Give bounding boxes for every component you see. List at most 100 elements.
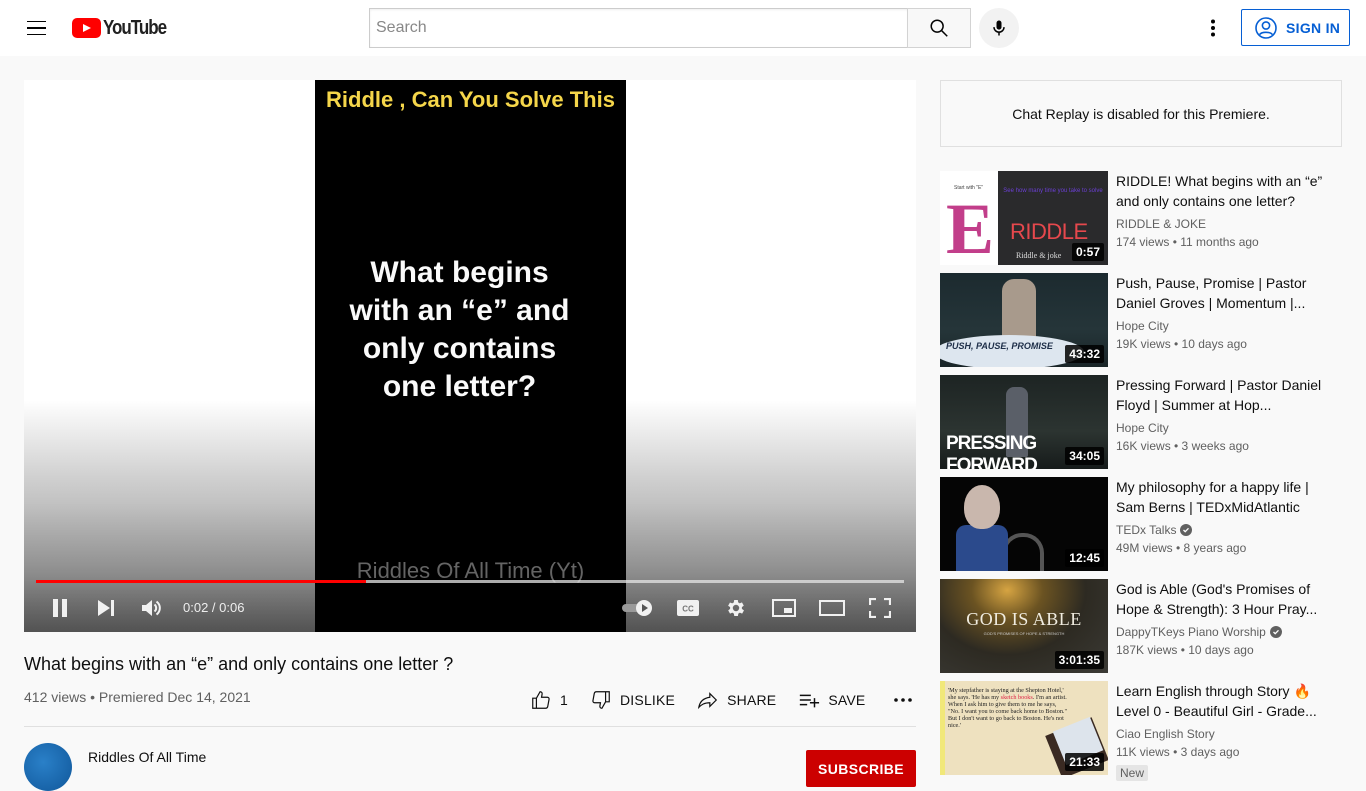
subscribe-button[interactable]: SUBSCRIBE [806,750,916,787]
channel-label: TEDx Talks [1116,523,1177,537]
share-icon [698,692,718,710]
video-thumbnail[interactable]: PRESSING FORWARD 34:05 [940,375,1108,469]
recommendation-item[interactable]: Start with "E" E See how many time you t… [940,171,1342,265]
video-player[interactable]: Riddle , Can You Solve This What begins … [24,80,916,632]
thumbnail-subtext: GOD'S PROMISES OF HOPE & STRENGTH [983,631,1065,636]
recommendation-item[interactable]: GOD IS ABLE GOD'S PROMISES OF HOPE & STR… [940,579,1342,673]
verified-badge-icon [1180,524,1193,536]
thumbnail-story-text: 'My stepfather is staying at the Shepton… [948,687,1067,729]
recommendation-meta: 174 views • 11 months ago [1116,235,1259,249]
recommendation-item[interactable]: 12:45 My philosophy for a happy life | S… [940,477,1342,571]
search-icon [930,19,948,37]
recommendation-meta: 49M views • 8 years ago [1116,541,1247,555]
more-vertical-icon [1211,19,1215,37]
thumbnail-overlay-text: PUSH, PAUSE, PROMISE [946,341,1053,351]
pause-button[interactable] [44,592,76,624]
thumbnail-overlay-text: GOD IS ABLE [966,609,1082,629]
search-button[interactable] [907,8,971,48]
thumbnail-word: RIDDLE [1010,219,1088,244]
search-input[interactable] [370,9,908,47]
closed-captions-icon: CC [677,600,699,616]
recommendation-channel[interactable]: RIDDLE & JOKE [1116,217,1206,231]
video-thumbnail[interactable]: Start with "E" E See how many time you t… [940,171,1108,265]
recommendation-title[interactable]: God is Able (God's Promises of Hope & St… [1116,579,1336,619]
sign-in-label: SIGN IN [1286,19,1341,36]
duration-badge: 34:05 [1065,447,1104,465]
fullscreen-icon [869,598,891,618]
progress-bar-played [36,580,366,583]
save-label: SAVE [828,692,866,708]
guide-menu-button[interactable] [20,12,52,44]
recommendation-meta: 16K views • 3 weeks ago [1116,439,1249,453]
recommendation-title[interactable]: Pressing Forward | Pastor Daniel Floyd |… [1116,375,1336,415]
recommendation-title[interactable]: My philosophy for a happy life | Sam Ber… [1116,477,1336,517]
duration-badge: 3:01:35 [1054,651,1104,669]
autoplay-toggle[interactable] [618,592,658,624]
like-button[interactable]: 1 [530,689,568,711]
recommendation-channel[interactable]: TEDx Talks [1116,523,1193,537]
video-thumbnail[interactable]: PUSH, PAUSE, PROMISE 43:32 [940,273,1108,367]
channel-name[interactable]: Riddles Of All Time [88,749,206,765]
video-meta: 412 views • Premiered Dec 14, 2021 [24,689,251,705]
video-frame[interactable]: Riddle , Can You Solve This What begins … [315,80,626,632]
miniplayer-button[interactable] [768,592,800,624]
dislike-label: DISLIKE [620,692,676,708]
miniplayer-icon [772,599,796,617]
video-overlay-title: Riddle , Can You Solve This [326,87,615,112]
settings-button[interactable] [720,592,752,624]
more-actions-button[interactable] [893,697,913,703]
microphone-icon [993,20,1005,36]
save-button[interactable]: SAVE [798,689,865,711]
theater-mode-button[interactable] [816,592,848,624]
next-button[interactable] [90,592,122,624]
like-count: 1 [560,692,568,708]
thumbs-down-icon [592,691,610,709]
subtitles-button[interactable]: CC [672,592,704,624]
masthead: YouTube SIGN IN [0,0,1366,56]
more-horizontal-icon [894,698,913,702]
fullscreen-button[interactable] [864,592,896,624]
youtube-play-icon [72,18,101,38]
channel-label: Ciao English Story [1116,727,1215,741]
autoplay-toggle-icon [622,600,652,616]
video-thumbnail[interactable]: GOD IS ABLE GOD'S PROMISES OF HOPE & STR… [940,579,1108,673]
voice-search-button[interactable] [979,8,1019,48]
recommendation-title[interactable]: Learn English through Story 🔥 Level 0 - … [1116,681,1336,721]
video-title: What begins with an “e” and only contain… [24,654,454,674]
recommendation-channel[interactable]: Hope City [1116,319,1169,333]
share-button[interactable]: SHARE [697,689,776,711]
recommendation-channel[interactable]: Ciao English Story [1116,727,1215,741]
video-actions: 1 DISLIKE SHARE SAVE [530,686,913,714]
theater-mode-icon [819,600,845,616]
video-thumbnail[interactable]: 'My stepfather is staying at the Shepton… [940,681,1108,775]
share-label: SHARE [727,692,777,708]
youtube-logo[interactable]: YouTube [72,17,177,39]
progress-bar[interactable] [36,580,904,583]
chat-replay-message: Chat Replay is disabled for this Premier… [1012,105,1270,122]
chat-replay-notice: Chat Replay is disabled for this Premier… [940,80,1342,147]
verified-badge-icon [1269,626,1282,638]
recommendation-title[interactable]: Push, Pause, Promise | Pastor Daniel Gro… [1116,273,1336,313]
recommendation-title[interactable]: RIDDLE! What begins with an “e” and only… [1116,171,1336,211]
recommendation-item[interactable]: PRESSING FORWARD 34:05 Pressing Forward … [940,375,1342,469]
search-box [369,8,908,48]
video-thumbnail[interactable]: 12:45 [940,477,1108,571]
recommendation-meta: 19K views • 10 days ago [1116,337,1247,351]
sign-in-button[interactable]: SIGN IN [1241,9,1350,46]
recommendation-meta: 187K views • 10 days ago [1116,643,1254,657]
channel-avatar[interactable] [24,743,72,791]
recommendation-item[interactable]: PUSH, PAUSE, PROMISE 43:32 Push, Pause, … [940,273,1342,367]
recommendation-item[interactable]: 'My stepfather is staying at the Shepton… [940,681,1342,781]
pause-icon [53,599,67,617]
dislike-button[interactable]: DISLIKE [590,689,675,711]
playlist-add-icon [800,694,820,708]
recommendation-channel[interactable]: DappyTKeys Piano Worship [1116,625,1282,639]
thumbnail-brand: Riddle & joke [1016,251,1062,260]
hamburger-icon [26,20,46,23]
duration-badge: 12:45 [1065,549,1104,567]
skip-next-icon [98,600,114,616]
channel-label: Hope City [1116,421,1169,435]
settings-more-button[interactable] [1197,12,1229,44]
mute-button[interactable] [136,592,168,624]
recommendation-channel[interactable]: Hope City [1116,421,1169,435]
